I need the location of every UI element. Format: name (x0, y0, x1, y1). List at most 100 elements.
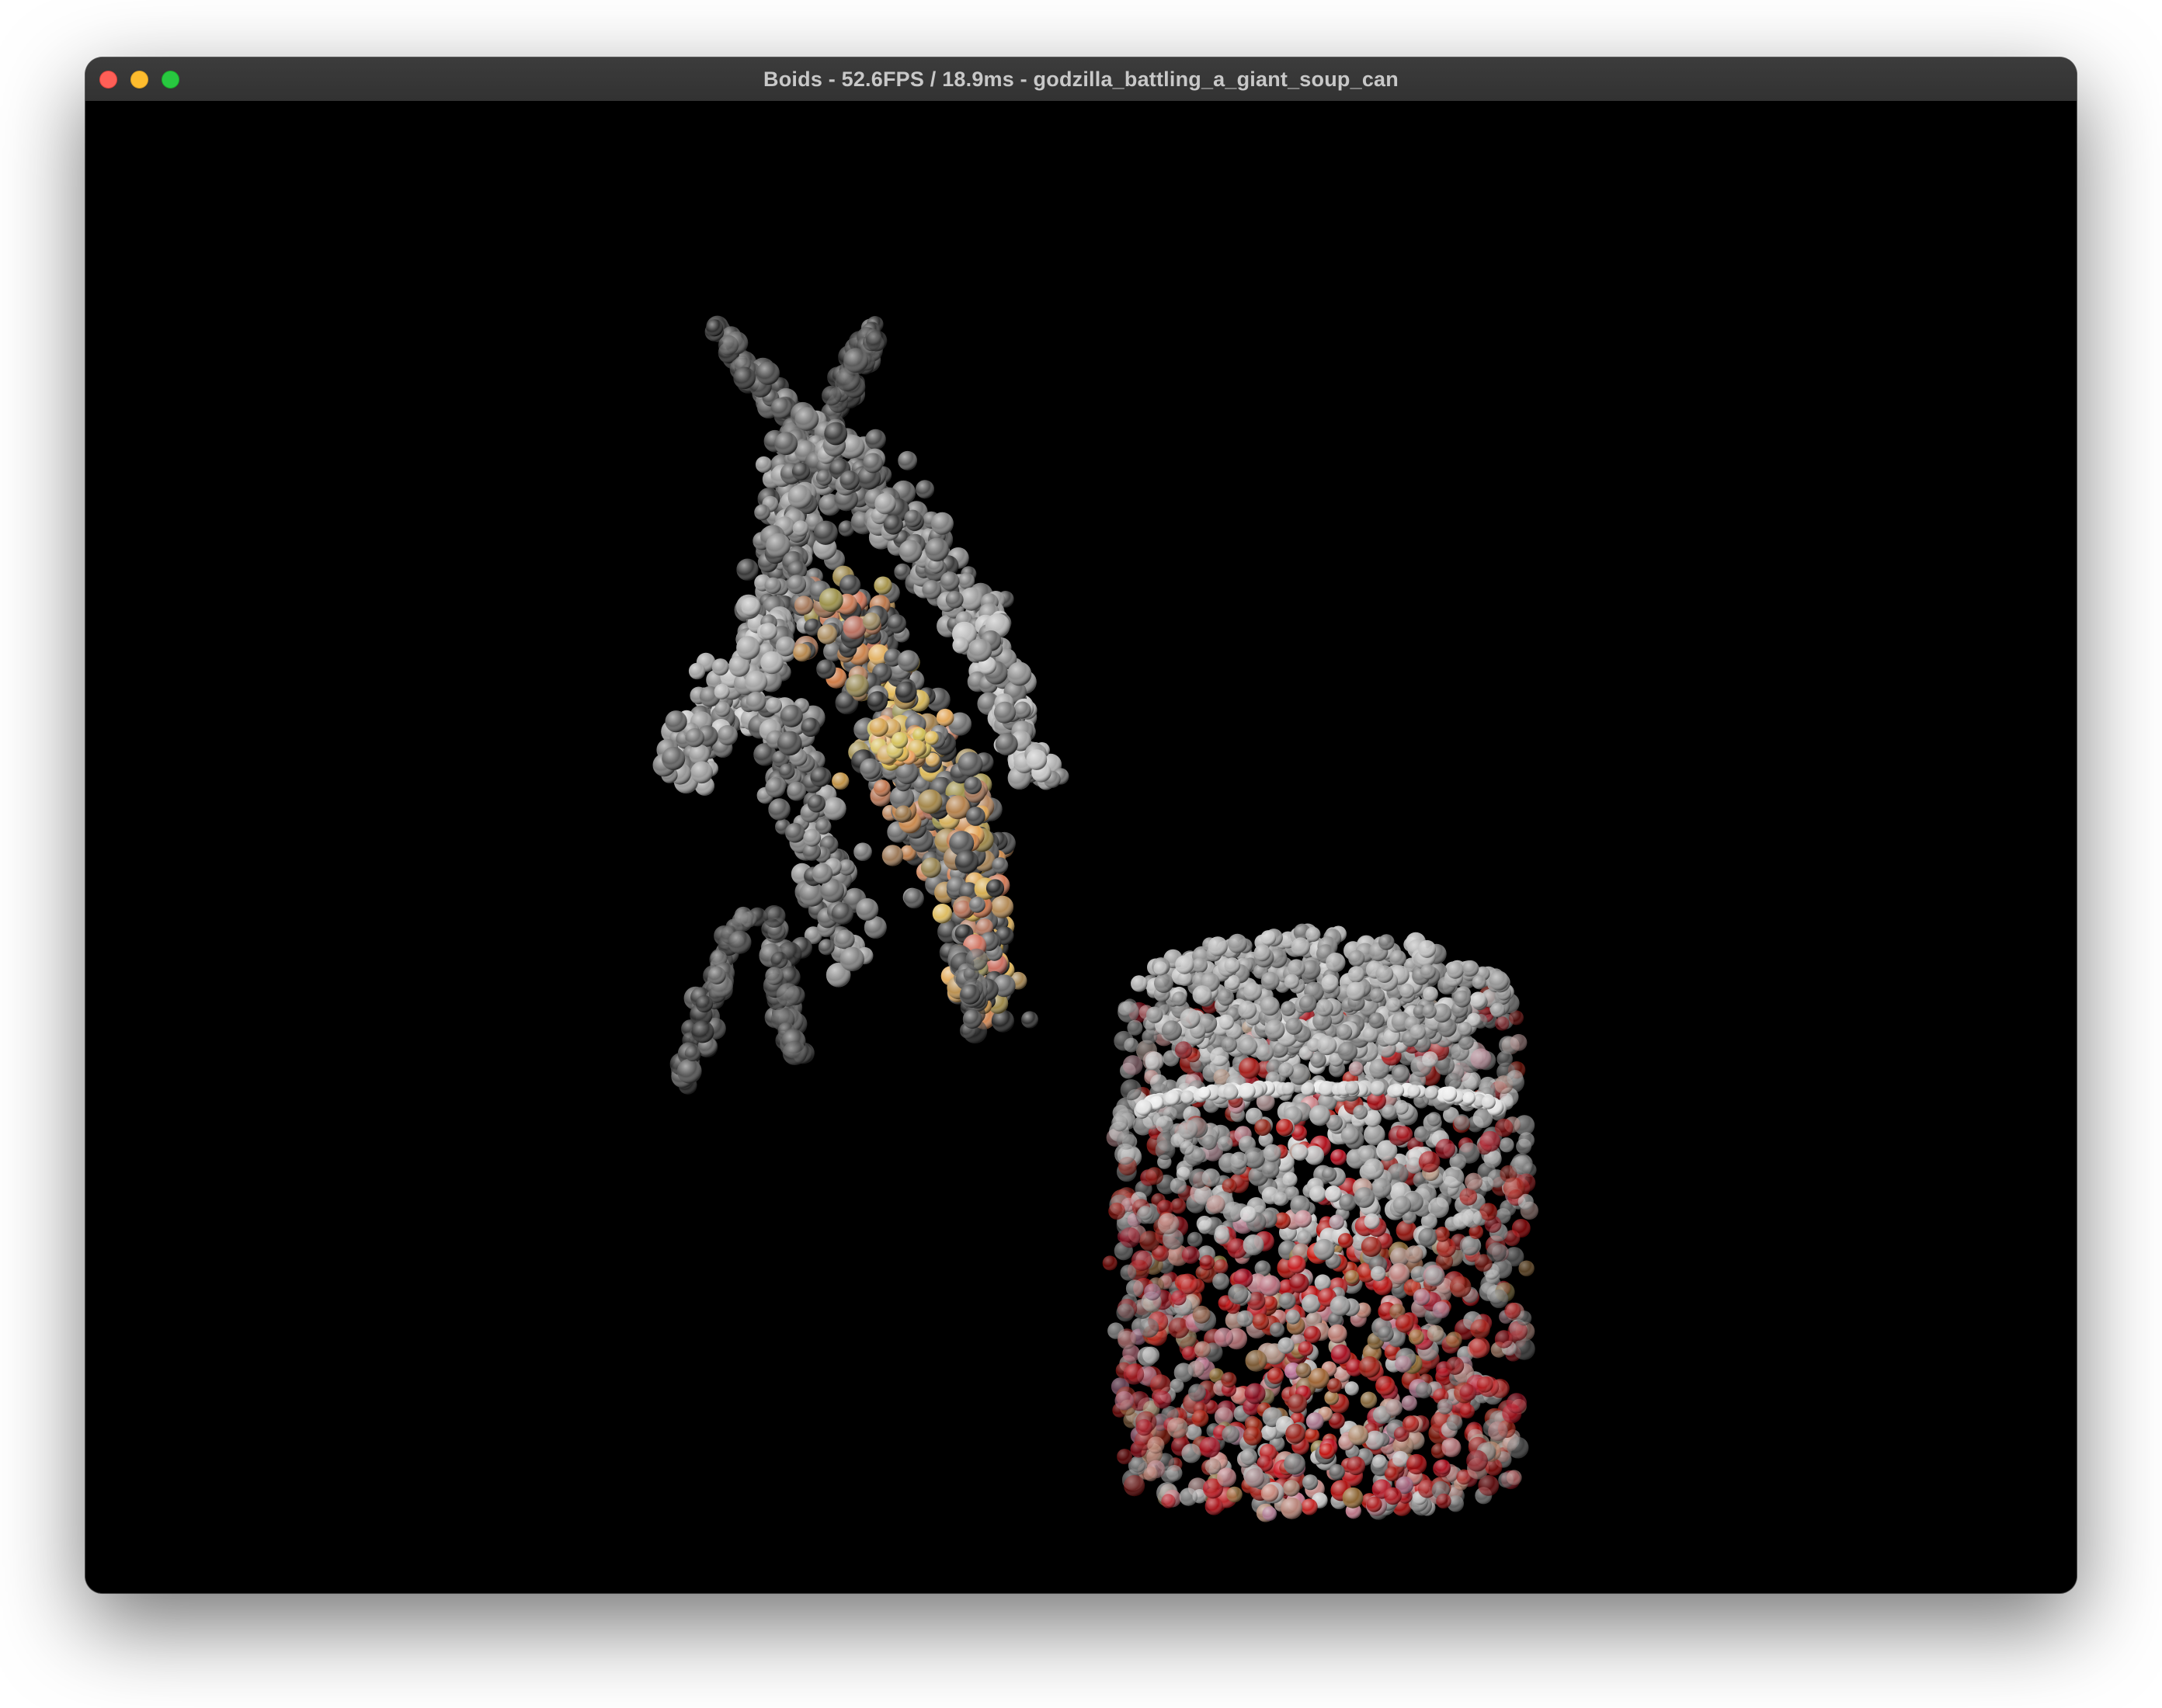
boid-particle-shading (1236, 1310, 1254, 1328)
boid-particle-shading (1117, 1330, 1137, 1349)
boid-particle-shading (1026, 749, 1048, 770)
boid-particle-shading (765, 777, 786, 798)
boid-particle-shading (922, 580, 942, 599)
boid-particle-shading (1267, 1367, 1284, 1384)
boid-particle-shading (688, 662, 706, 680)
boid-particle-shading (782, 1040, 808, 1066)
boid-particle-shading (768, 798, 791, 821)
boid-particle-shading (676, 1058, 702, 1084)
boid-particle-shading (865, 429, 886, 450)
boid-particle-shading (685, 728, 704, 748)
boid-particle-shading (1340, 1126, 1360, 1145)
boid-particle-shading (952, 637, 969, 654)
boid-particle-shading (1170, 1177, 1187, 1194)
boid-particle-shading (792, 520, 809, 536)
boid-particle-shading (815, 470, 832, 486)
boid-particle-shading (1117, 1449, 1133, 1465)
boid-particle-shading (930, 512, 954, 535)
boid-particle-shading (867, 691, 888, 712)
boid-particle-shading (846, 674, 869, 697)
boid-particle-shading (695, 995, 714, 1013)
boid-particle-shading (960, 984, 981, 1005)
boids-scene (652, 315, 1539, 1522)
boid-particle-shading (822, 385, 842, 406)
boid-particle-shading (897, 650, 919, 672)
boid-particle-shading (873, 779, 891, 797)
boid-particle-shading (954, 849, 979, 874)
boid-particle-shading (816, 659, 836, 679)
boid-particle-shading (887, 614, 906, 634)
window-title: Boids - 52.6FPS / 18.9ms - godzilla_batt… (763, 68, 1399, 91)
boid-particle-shading (954, 900, 972, 918)
boid-particle-shading (1301, 1498, 1318, 1515)
boid-particle-shading (920, 857, 941, 878)
boid-particle-shading (1123, 1363, 1145, 1385)
title-bar[interactable]: Boids - 52.6FPS / 18.9ms - godzilla_batt… (85, 57, 2077, 102)
boid-particle-shading (791, 462, 811, 481)
boid-particle-shading (764, 577, 781, 594)
boid-particle-shading (969, 639, 992, 662)
boid-particle-shading (1309, 1186, 1326, 1203)
boid-particle-shading (807, 794, 826, 813)
boid-particle-shading (995, 733, 1018, 755)
boid-particle-shading (690, 761, 713, 784)
boid-particle-shading (863, 453, 883, 474)
boid-particle-shading (899, 540, 923, 563)
boid-particle-shading (1322, 1167, 1337, 1182)
boid-particle-shading (1298, 1341, 1314, 1356)
boid-particle-shading (766, 697, 782, 714)
boid-particle-shading (985, 879, 1005, 897)
boid-particle-shading (774, 432, 798, 456)
boid-particle-shading (756, 361, 780, 385)
boid-particle-shading (787, 575, 807, 594)
boid-particle-shading (745, 670, 768, 693)
boid-particle-shading (853, 842, 872, 861)
boid-particle-shading (874, 493, 896, 515)
boid-particle-shading (770, 951, 788, 969)
boid-particle-shading (1427, 1112, 1441, 1127)
render-viewport[interactable] (85, 101, 2077, 1593)
boid-particle-shading (763, 904, 786, 928)
boid-particle-shading (714, 683, 730, 700)
boid-particle-shading (1470, 1048, 1492, 1070)
boid-particle-shading (707, 966, 726, 984)
boid-particle-shading (770, 397, 792, 419)
boid-particle-shading (1114, 1390, 1135, 1411)
boid-particle-shading (1401, 1395, 1417, 1411)
boid-particle-shading (965, 807, 985, 826)
boid-particle-shading (831, 902, 853, 925)
boid-particle-shading (892, 731, 909, 749)
boid-particle-shading (776, 983, 801, 1007)
boid-particle-shading (1454, 1114, 1470, 1130)
boid-particle-shading (958, 572, 975, 589)
boid-particle-shading (839, 575, 861, 596)
boid-particle-shading (1330, 1149, 1347, 1165)
boid-particle-shading (936, 708, 954, 727)
boid-particle-shading (881, 845, 904, 866)
app-window: Boids - 52.6FPS / 18.9ms - godzilla_batt… (85, 57, 2077, 1593)
boid-particle-shading (1116, 1304, 1135, 1322)
boid-particle-shading (869, 717, 888, 737)
boid-particle-shading (746, 691, 766, 712)
boid-particle-shading (1214, 1228, 1230, 1245)
boid-particle-shading (775, 636, 796, 657)
boid-particle-shading (843, 616, 867, 640)
boid-particle-shading (779, 763, 795, 779)
godzilla-figure (652, 315, 1069, 1095)
boid-particle-shading (866, 330, 888, 352)
boid-particle-shading (803, 828, 822, 847)
boid-particle-shading (777, 731, 802, 756)
boid-particle-shading (856, 897, 879, 921)
boid-particle-shading (711, 658, 729, 676)
boid-particle-shading (733, 366, 756, 390)
boid-particle-shading (1518, 1260, 1535, 1276)
boid-particle-shading (1302, 1294, 1321, 1314)
boid-particle-shading (994, 701, 1016, 724)
boid-particle-shading (1273, 1192, 1288, 1206)
boid-particle-shading (918, 789, 943, 814)
boid-particle-shading (1124, 1037, 1139, 1053)
boid-particle-shading (835, 929, 855, 949)
boid-particle-shading (965, 948, 988, 971)
boid-particle-shading (736, 558, 759, 581)
boid-particle-shading (962, 1009, 982, 1029)
